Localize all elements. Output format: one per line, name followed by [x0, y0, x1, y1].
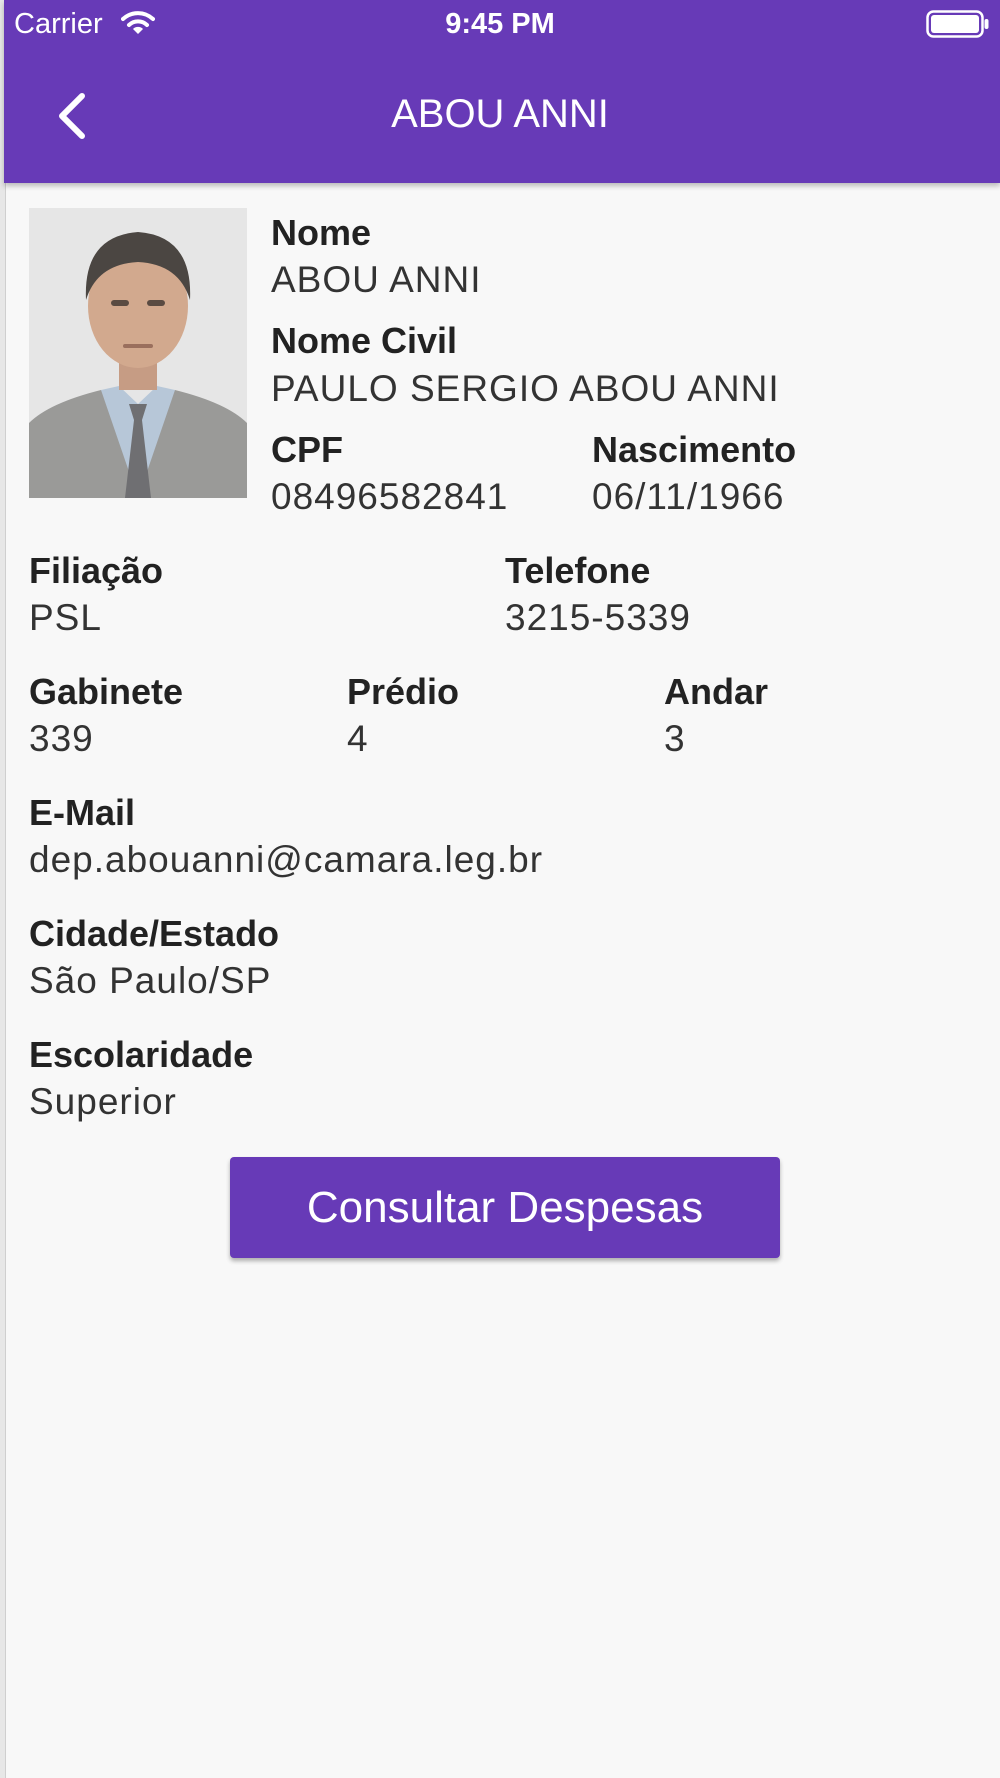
andar-value: 3	[664, 718, 686, 759]
deputy-detail-screen: Carrier 9:45 PM ABOU ANNI Nome ABOU ANNI…	[0, 0, 1000, 1778]
deputy-photo	[29, 208, 247, 498]
nome-label: Nome	[271, 212, 372, 253]
email-value[interactable]: dep.abouanni@camara.leg.br	[29, 839, 543, 881]
escolaridade-value: Superior	[29, 1081, 177, 1122]
cpf-label: CPF	[271, 429, 343, 470]
email-label: E-Mail	[29, 792, 136, 833]
filiacao-label: Filiação	[29, 550, 164, 591]
escolaridade-label: Escolaridade	[29, 1034, 254, 1075]
page-title: ABOU ANNI	[391, 92, 609, 136]
andar-label: Andar	[664, 671, 769, 712]
nome-civil-label: Nome Civil	[271, 320, 458, 361]
cidade-estado-label: Cidade/Estado	[29, 913, 280, 954]
battery-icon	[926, 10, 989, 38]
filiacao-value: PSL	[29, 597, 102, 638]
gabinete-label: Gabinete	[29, 671, 184, 712]
status-time: 9:45 PM	[445, 8, 555, 40]
underlying-page-edge	[0, 0, 6, 1778]
nascimento-label: Nascimento	[592, 429, 797, 470]
nascimento-value: 06/11/1966	[592, 476, 785, 517]
telefone-label: Telefone	[505, 550, 651, 591]
cpf-value: 08496582841	[271, 476, 509, 517]
nome-value: ABOU ANNI	[271, 259, 482, 300]
gabinete-value: 339	[29, 718, 94, 759]
telefone-value[interactable]: 3215-5339	[505, 597, 691, 639]
predio-value: 4	[347, 718, 369, 759]
cidade-estado-value: São Paulo/SP	[29, 960, 272, 1001]
nome-civil-value: PAULO SERGIO ABOU ANNI	[271, 368, 780, 409]
predio-label: Prédio	[347, 671, 460, 712]
consultar-despesas-button[interactable]: Consultar Despesas	[230, 1157, 780, 1258]
